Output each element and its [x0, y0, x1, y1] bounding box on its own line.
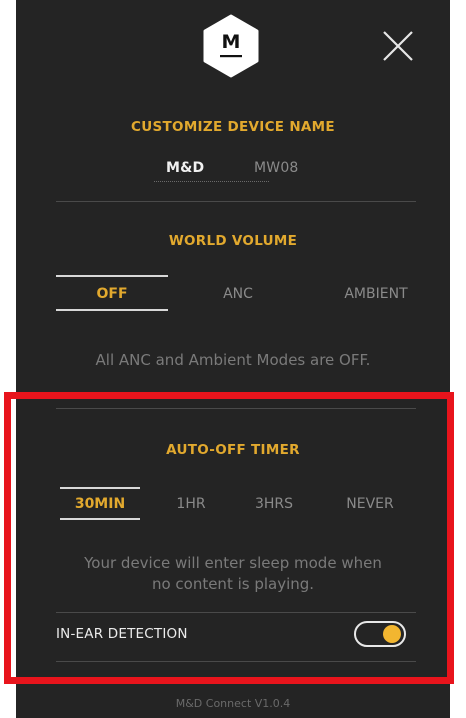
divider: [56, 661, 416, 662]
settings-panel: M CUSTOMIZE DEVICE NAME M&D MW08 WORLD V…: [16, 0, 450, 718]
option-top-line: [56, 275, 168, 277]
world-volume-ambient-option[interactable]: AMBIENT: [321, 286, 431, 302]
option-top-line: [60, 487, 140, 489]
world-volume-anc-option[interactable]: ANC: [183, 286, 293, 302]
divider: [56, 408, 416, 409]
option-bottom-line: [56, 309, 168, 311]
close-icon: [383, 31, 413, 61]
app-version: M&D Connect V1.0.4: [175, 697, 291, 710]
toggle-knob: [383, 625, 401, 643]
device-name-underline: [154, 181, 269, 182]
option-bottom-line: [60, 518, 140, 520]
world-volume-note: All ANC and Ambient Modes are OFF.: [95, 351, 371, 369]
device-name-field[interactable]: M&D: [166, 160, 204, 176]
divider: [56, 201, 416, 202]
auto-off-note-line1: Your device will enter sleep mode when: [84, 554, 382, 572]
in-ear-detection-toggle[interactable]: [354, 621, 406, 647]
auto-off-never-option[interactable]: NEVER: [315, 496, 425, 512]
close-button[interactable]: [380, 28, 416, 64]
logo-letter: M: [221, 31, 241, 53]
world-volume-title: WORLD VOLUME: [168, 233, 298, 249]
in-ear-detection-label: IN-EAR DETECTION: [56, 626, 188, 642]
device-name-title: CUSTOMIZE DEVICE NAME: [131, 119, 335, 135]
device-model: MW08: [254, 160, 299, 176]
world-volume-off-option[interactable]: OFF: [57, 286, 167, 302]
auto-off-3hrs-option[interactable]: 3HRS: [219, 496, 329, 512]
brand-logo: M: [201, 14, 261, 78]
auto-off-note-line2: no content is playing.: [151, 575, 315, 593]
auto-off-title: AUTO-OFF TIMER: [166, 442, 300, 458]
divider: [56, 612, 416, 613]
